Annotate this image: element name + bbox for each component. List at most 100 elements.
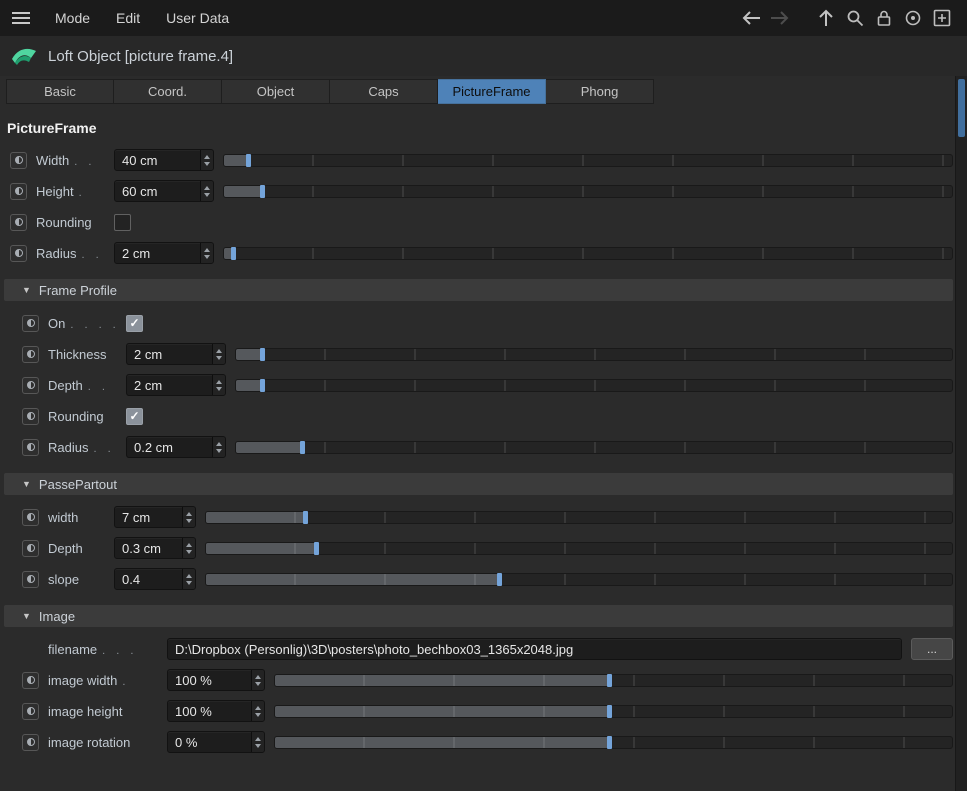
slider-handle[interactable]: [245, 153, 251, 167]
menu-user-data[interactable]: User Data: [153, 10, 242, 26]
up-icon[interactable]: [815, 7, 837, 29]
slope-slider[interactable]: [205, 572, 953, 586]
height-value[interactable]: 60 cm: [115, 181, 200, 201]
rounding-checkbox[interactable]: [114, 213, 131, 231]
height-stepper[interactable]: [200, 181, 213, 201]
group-header-image[interactable]: ▼ Image: [4, 605, 953, 627]
image-width-stepper[interactable]: [251, 670, 264, 690]
slider-handle[interactable]: [260, 184, 266, 198]
depth-field[interactable]: 2 cm: [126, 374, 226, 396]
tab-phong[interactable]: Phong: [546, 79, 654, 104]
add-box-icon[interactable]: [931, 7, 953, 29]
slider-handle[interactable]: [606, 704, 612, 718]
on-checkbox[interactable]: ✓: [126, 314, 143, 332]
slider-handle[interactable]: [300, 440, 306, 454]
anim-dot-icon[interactable]: [22, 570, 39, 588]
anim-dot-icon[interactable]: [10, 151, 27, 169]
image-height-field[interactable]: 100 %: [167, 700, 265, 722]
radius-slider[interactable]: [223, 246, 953, 260]
slider-handle[interactable]: [302, 510, 308, 524]
anim-dot-icon[interactable]: [10, 182, 27, 200]
depth-slider[interactable]: [235, 378, 953, 392]
radius-profile-field[interactable]: 0.2 cm: [126, 436, 226, 458]
tab-object[interactable]: Object: [222, 79, 330, 104]
pp-width-field[interactable]: 7 cm: [114, 506, 196, 528]
image-rotation-stepper[interactable]: [251, 732, 264, 752]
thickness-slider[interactable]: [235, 347, 953, 361]
tab-caps[interactable]: Caps: [330, 79, 438, 104]
image-height-value[interactable]: 100 %: [168, 701, 251, 721]
anim-dot-icon[interactable]: [22, 438, 39, 456]
image-width-value[interactable]: 100 %: [168, 670, 251, 690]
width-slider[interactable]: [223, 153, 953, 167]
width-stepper[interactable]: [200, 150, 213, 170]
anim-dot-icon[interactable]: [10, 213, 27, 231]
slider-handle[interactable]: [231, 246, 237, 260]
scrollbar[interactable]: [955, 76, 967, 791]
pp-depth-value[interactable]: 0.3 cm: [115, 538, 182, 558]
back-icon[interactable]: [740, 7, 762, 29]
forward-icon[interactable]: [769, 7, 791, 29]
depth-stepper[interactable]: [212, 375, 225, 395]
filename-field[interactable]: D:\Dropbox (Personlig)\3D\posters\photo_…: [167, 638, 902, 660]
pp-width-slider[interactable]: [205, 510, 953, 524]
filename-value[interactable]: D:\Dropbox (Personlig)\3D\posters\photo_…: [168, 639, 901, 659]
anim-dot-icon[interactable]: [22, 733, 39, 751]
radius-stepper[interactable]: [200, 243, 213, 263]
depth-value[interactable]: 2 cm: [127, 375, 212, 395]
anim-dot-icon[interactable]: [22, 539, 39, 557]
image-height-slider[interactable]: [274, 704, 953, 718]
height-slider[interactable]: [223, 184, 953, 198]
thickness-value[interactable]: 2 cm: [127, 344, 212, 364]
anim-dot-icon[interactable]: [22, 407, 39, 425]
slope-field[interactable]: 0.4: [114, 568, 196, 590]
width-value[interactable]: 40 cm: [115, 150, 200, 170]
anim-dot-icon[interactable]: [22, 702, 39, 720]
scrollbar-thumb[interactable]: [958, 79, 965, 137]
image-width-slider[interactable]: [274, 673, 953, 687]
pp-width-value[interactable]: 7 cm: [115, 507, 182, 527]
anim-dot-icon[interactable]: [22, 314, 39, 332]
slider-handle[interactable]: [314, 541, 320, 555]
browse-button[interactable]: ...: [911, 638, 953, 660]
radius-value[interactable]: 2 cm: [115, 243, 200, 263]
slider-handle[interactable]: [259, 378, 265, 392]
tab-pictureframe[interactable]: PictureFrame: [438, 79, 546, 104]
slider-handle[interactable]: [259, 347, 265, 361]
slider-handle[interactable]: [496, 572, 502, 586]
hamburger-icon[interactable]: [8, 7, 34, 29]
tab-coord[interactable]: Coord.: [114, 79, 222, 104]
anim-dot-icon[interactable]: [10, 244, 27, 262]
radius-profile-stepper[interactable]: [212, 437, 225, 457]
lock-icon[interactable]: [873, 7, 895, 29]
search-icon[interactable]: [844, 7, 866, 29]
image-rotation-slider[interactable]: [274, 735, 953, 749]
pp-depth-slider[interactable]: [205, 541, 953, 555]
thickness-stepper[interactable]: [212, 344, 225, 364]
group-header-passepartout[interactable]: ▼ PassePartout: [4, 473, 953, 495]
width-field[interactable]: 40 cm: [114, 149, 214, 171]
rounding-profile-checkbox[interactable]: ✓: [126, 407, 143, 425]
image-width-field[interactable]: 100 %: [167, 669, 265, 691]
image-rotation-value[interactable]: 0 %: [168, 732, 251, 752]
slider-handle[interactable]: [606, 673, 612, 687]
anim-dot-icon[interactable]: [22, 508, 39, 526]
pp-depth-stepper[interactable]: [182, 538, 195, 558]
menu-mode[interactable]: Mode: [42, 10, 103, 26]
anim-dot-icon[interactable]: [22, 671, 39, 689]
pp-depth-field[interactable]: 0.3 cm: [114, 537, 196, 559]
slider-handle[interactable]: [606, 735, 612, 749]
image-rotation-field[interactable]: 0 %: [167, 731, 265, 753]
group-header-frame-profile[interactable]: ▼ Frame Profile: [4, 279, 953, 301]
radius-profile-slider[interactable]: [235, 440, 953, 454]
image-height-stepper[interactable]: [251, 701, 264, 721]
target-icon[interactable]: [902, 7, 924, 29]
slope-stepper[interactable]: [182, 569, 195, 589]
pp-width-stepper[interactable]: [182, 507, 195, 527]
radius-field[interactable]: 2 cm: [114, 242, 214, 264]
height-field[interactable]: 60 cm: [114, 180, 214, 202]
radius-profile-value[interactable]: 0.2 cm: [127, 437, 212, 457]
slope-value[interactable]: 0.4: [115, 569, 182, 589]
anim-dot-icon[interactable]: [22, 376, 39, 394]
thickness-field[interactable]: 2 cm: [126, 343, 226, 365]
